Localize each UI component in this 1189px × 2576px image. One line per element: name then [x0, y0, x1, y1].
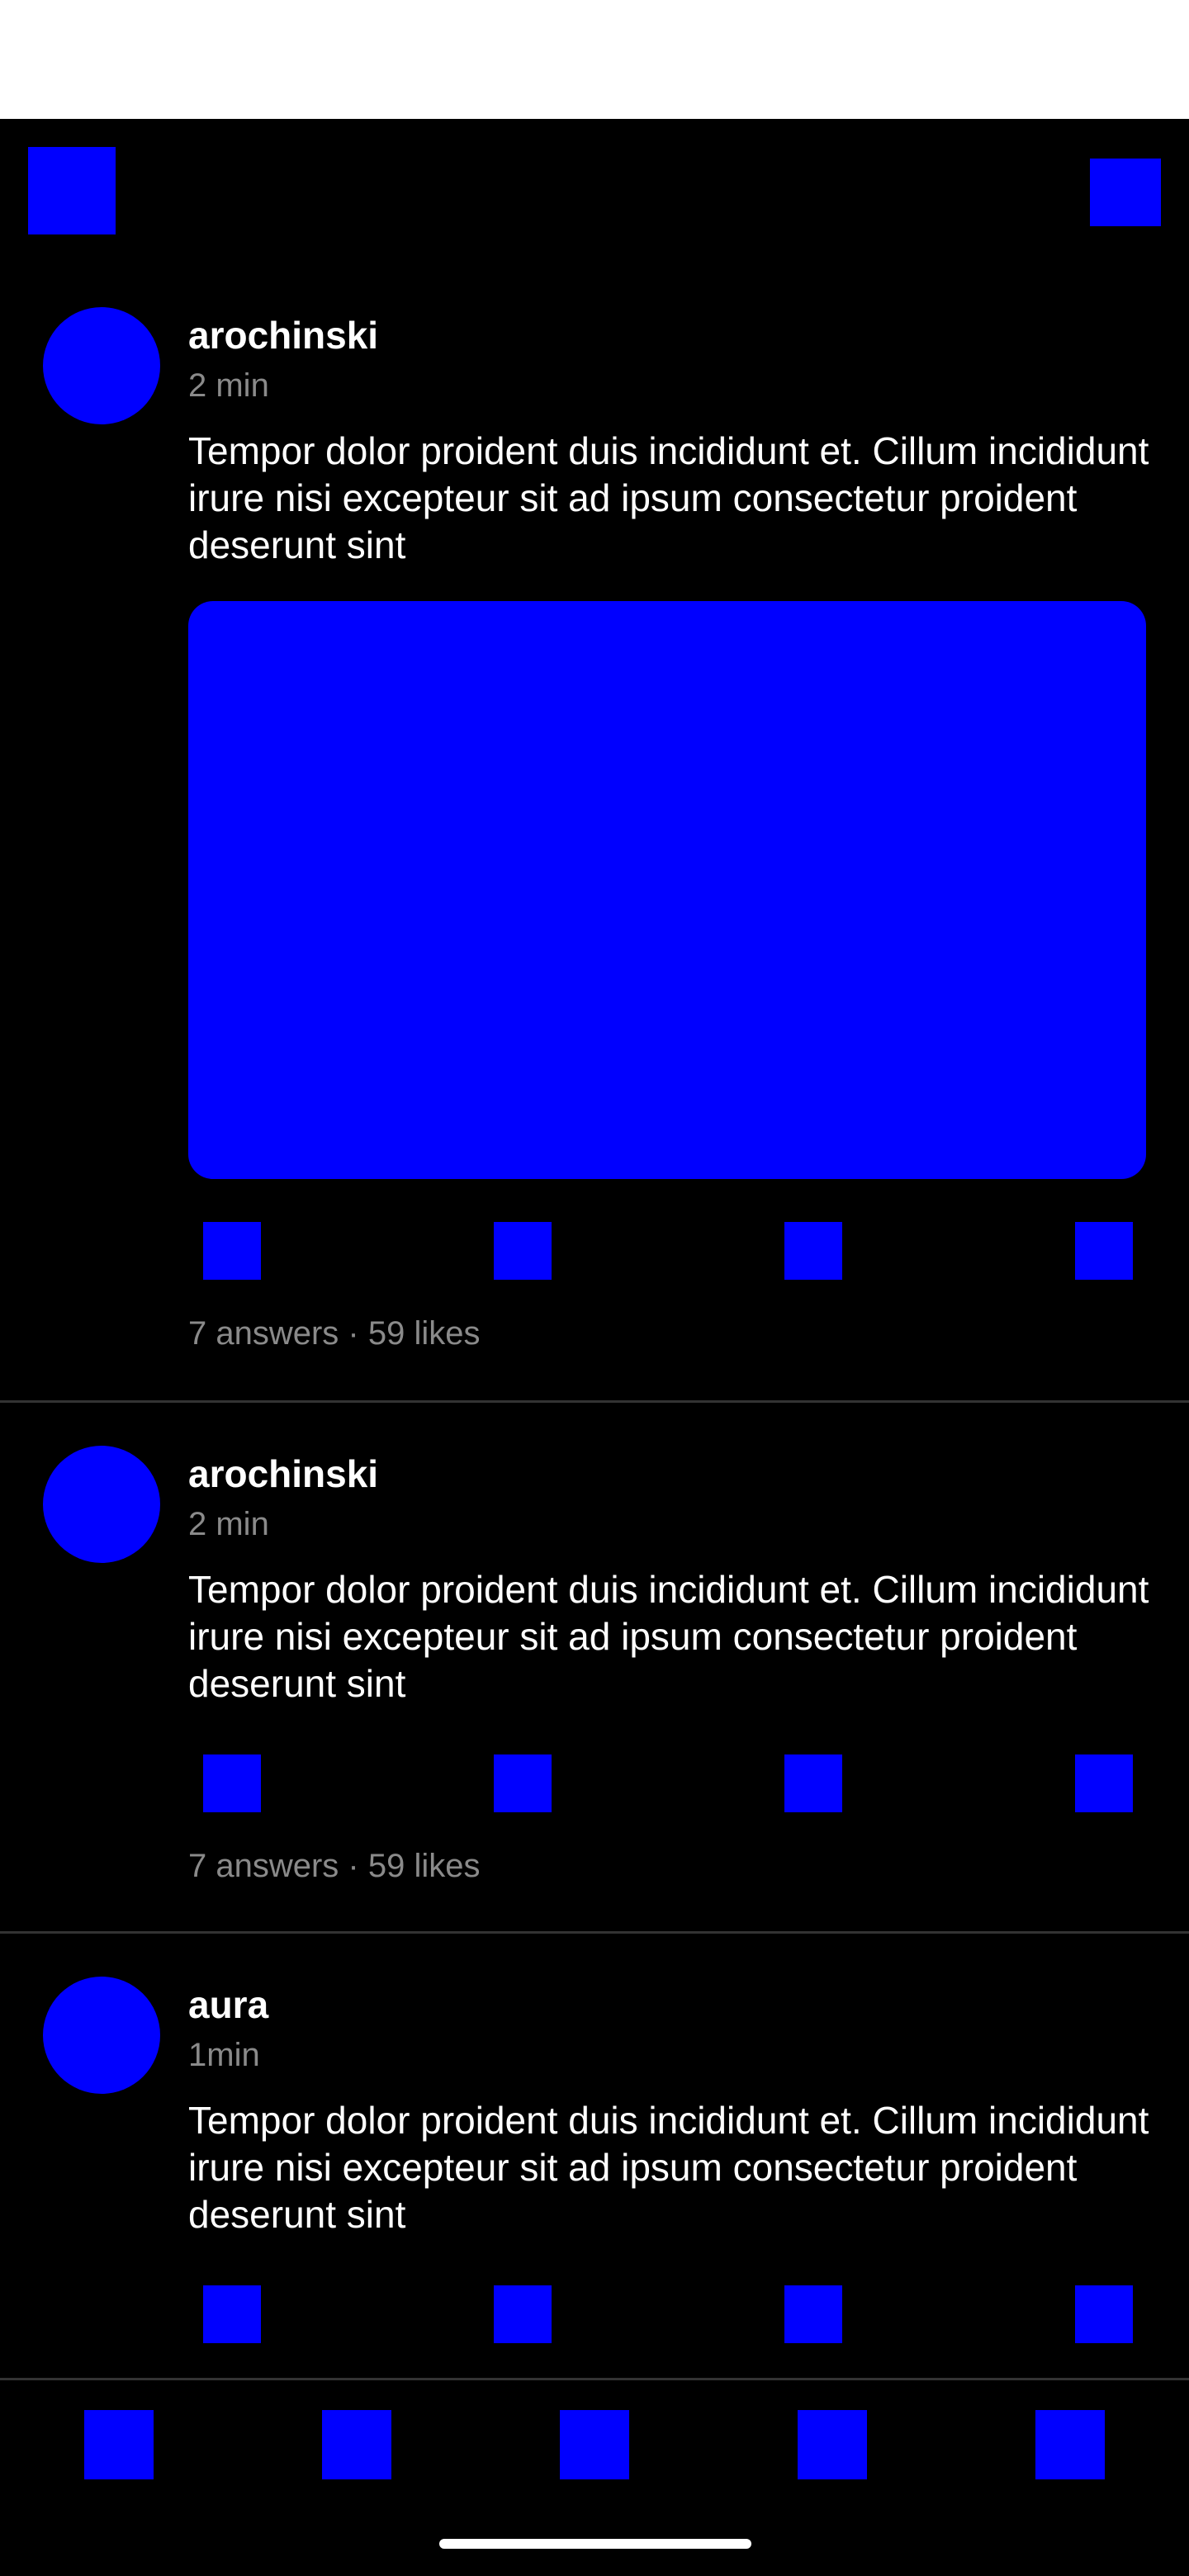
new-post-icon[interactable]: [560, 2410, 629, 2479]
post-image[interactable]: [188, 601, 1146, 1179]
like-icon[interactable]: [203, 1754, 261, 1812]
home-indicator[interactable]: [439, 2539, 751, 2549]
post-username[interactable]: arochinski: [188, 1452, 378, 1495]
post-timestamp: 2 min: [188, 367, 269, 404]
repost-icon[interactable]: [784, 1222, 842, 1280]
like-icon[interactable]: [203, 2285, 261, 2343]
bottom-nav: [0, 2378, 1189, 2576]
activity-icon[interactable]: [798, 2410, 867, 2479]
avatar[interactable]: [43, 307, 160, 424]
top-bar: [0, 119, 1189, 284]
post-card: aura 1min Tempor dolor proident duis inc…: [0, 1934, 1189, 2378]
share-icon[interactable]: [1075, 2285, 1133, 2343]
comment-icon[interactable]: [494, 1222, 552, 1280]
repost-icon[interactable]: [784, 2285, 842, 2343]
comment-icon[interactable]: [494, 2285, 552, 2343]
post-text: Tempor dolor proident duis incididunt et…: [188, 429, 1149, 566]
repost-icon[interactable]: [784, 1754, 842, 1812]
post-card: arochinski 2 min Tempor dolor proident d…: [0, 1403, 1189, 1934]
profile-icon[interactable]: [1035, 2410, 1105, 2479]
post-text: Tempor dolor proident duis incididunt et…: [188, 1568, 1149, 1705]
status-bar: [0, 0, 1189, 119]
post-text: Tempor dolor proident duis incididunt et…: [188, 2099, 1149, 2236]
post-card: arochinski 2 min Tempor dolor proident d…: [0, 284, 1189, 1403]
share-icon[interactable]: [1075, 1222, 1133, 1280]
post-stats[interactable]: 7 answers · 59 likes: [188, 1847, 480, 1885]
compose-icon[interactable]: [1090, 159, 1161, 226]
post-username[interactable]: arochinski: [188, 314, 378, 357]
home-icon[interactable]: [84, 2410, 154, 2479]
avatar[interactable]: [43, 1446, 160, 1563]
menu-icon[interactable]: [28, 147, 116, 234]
share-icon[interactable]: [1075, 1754, 1133, 1812]
comment-icon[interactable]: [494, 1754, 552, 1812]
avatar[interactable]: [43, 1977, 160, 2094]
post-username[interactable]: aura: [188, 1983, 268, 2026]
post-timestamp: 1min: [188, 2037, 260, 2073]
post-stats[interactable]: 7 answers · 59 likes: [188, 1314, 480, 1352]
search-icon[interactable]: [322, 2410, 391, 2479]
like-icon[interactable]: [203, 1222, 261, 1280]
post-timestamp: 2 min: [188, 1506, 269, 1542]
